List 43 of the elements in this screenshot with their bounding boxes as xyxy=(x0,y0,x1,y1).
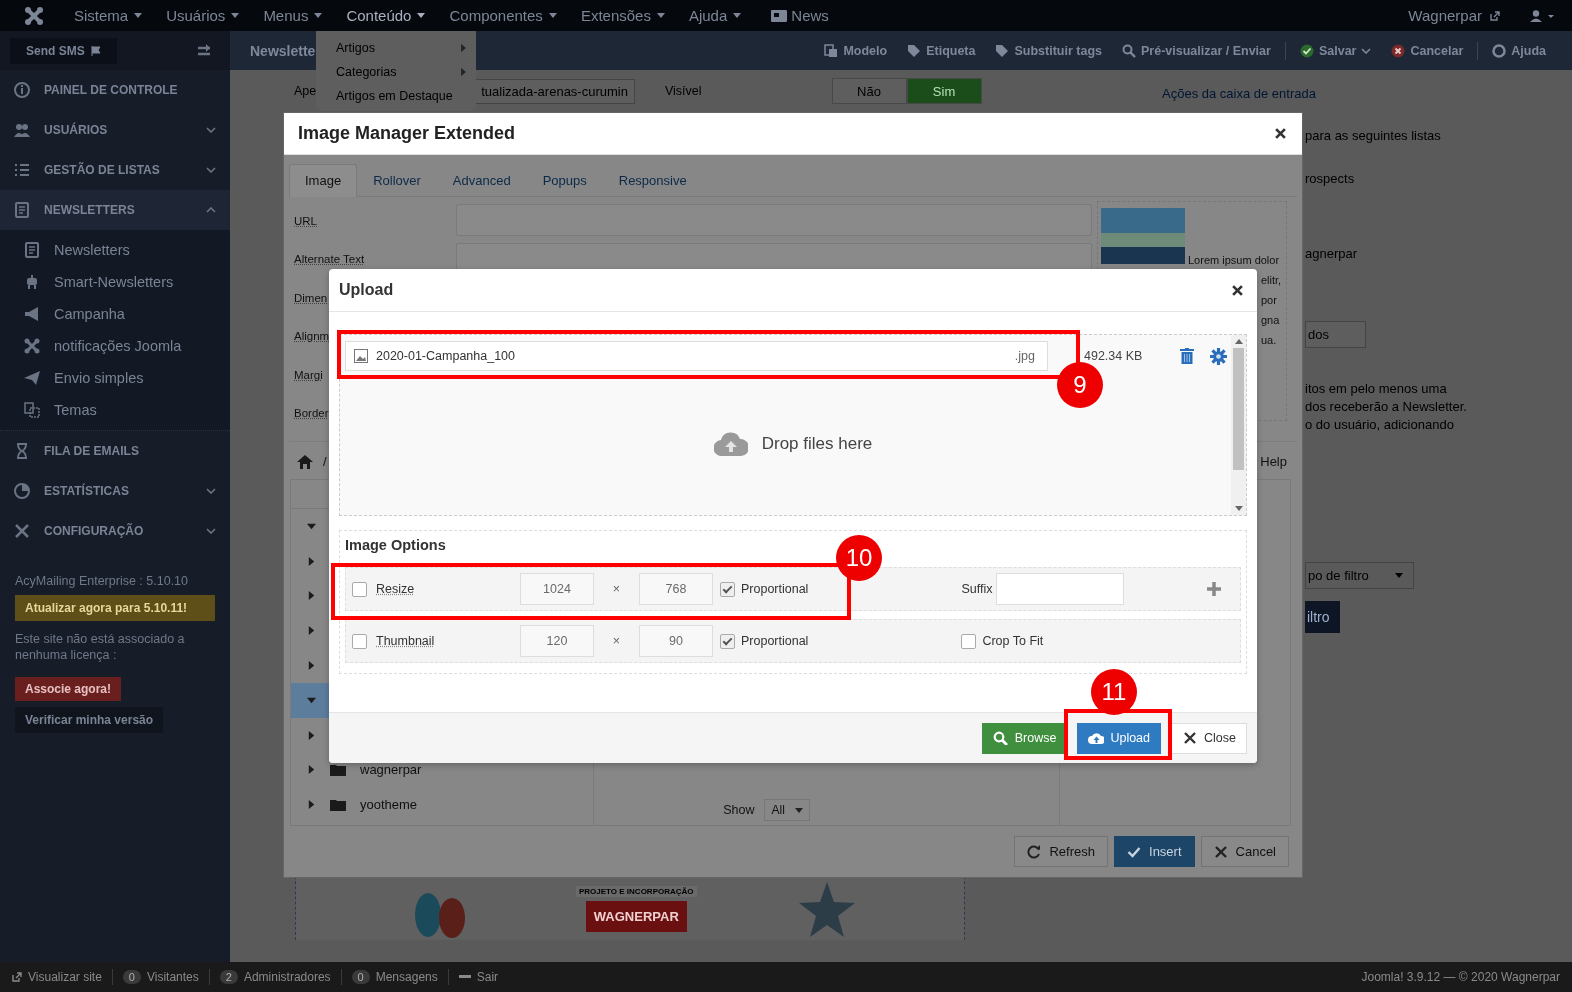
preview-text: ua. xyxy=(1261,333,1277,348)
dialog-title: Image Manager Extended xyxy=(298,123,516,144)
count-badge: 0 xyxy=(351,970,370,984)
option-label: Crop To Fit xyxy=(982,634,1044,648)
lists-text: para as seguintes listas xyxy=(1305,128,1441,143)
field-label: Border xyxy=(294,407,329,420)
times-sign: × xyxy=(611,634,622,648)
paragraph-line: o do usuário, adicionando xyxy=(1305,416,1455,434)
version-text: AcyMailing Enterprise : 5.10.10 xyxy=(15,573,188,589)
page-title: Newslette xyxy=(250,42,316,59)
preview-text: Lorem ipsum dolor xyxy=(1188,254,1280,266)
times-sign: × xyxy=(611,582,622,596)
field-label: Alternate Text xyxy=(294,253,365,266)
drop-hint: Drop files here xyxy=(761,433,873,454)
visible-label: Visível xyxy=(664,84,702,98)
path-separator: / xyxy=(323,454,327,469)
sender-name: agnerpar xyxy=(1305,246,1358,261)
count-badge: 2 xyxy=(219,970,238,984)
file-size: 492.34 KB xyxy=(1084,349,1144,363)
paragraph-line: itos em pelo menos uma xyxy=(1305,380,1448,398)
field-label: Alignm xyxy=(294,330,330,343)
section-title: Image Options xyxy=(345,537,446,553)
dialog-title: Upload xyxy=(339,281,394,299)
list-name: rospects xyxy=(1305,171,1355,186)
option-label: Suffix xyxy=(961,582,993,596)
show-label: Show xyxy=(723,803,755,817)
preview-text: gna xyxy=(1261,313,1280,328)
logo: WAGNERPAR xyxy=(585,901,687,932)
option-label: Proportional xyxy=(741,634,809,648)
option-label: Resize xyxy=(376,582,416,596)
field-label: Dimen xyxy=(294,291,328,304)
paragraph-line: dos receberão a Newsletter. xyxy=(1305,398,1467,416)
option-label: Proportional xyxy=(741,582,809,596)
preview-text: elitr, xyxy=(1261,273,1282,288)
option-label: Thumbnail xyxy=(376,634,436,648)
field-label: URL xyxy=(294,214,317,227)
preview-text: por xyxy=(1261,293,1277,308)
logo-tagline: PROJETO E INCORPORAÇÃO xyxy=(576,886,697,897)
license-note: Este site não está associado a nenhuma licença : xyxy=(15,631,186,663)
field-label: Ape xyxy=(294,84,317,98)
count-badge: 0 xyxy=(122,970,141,984)
copyright-text: Joomla! 3.9.12 — © 2020 Wagnerpar xyxy=(1361,970,1560,984)
field-label: Margi xyxy=(294,368,323,381)
